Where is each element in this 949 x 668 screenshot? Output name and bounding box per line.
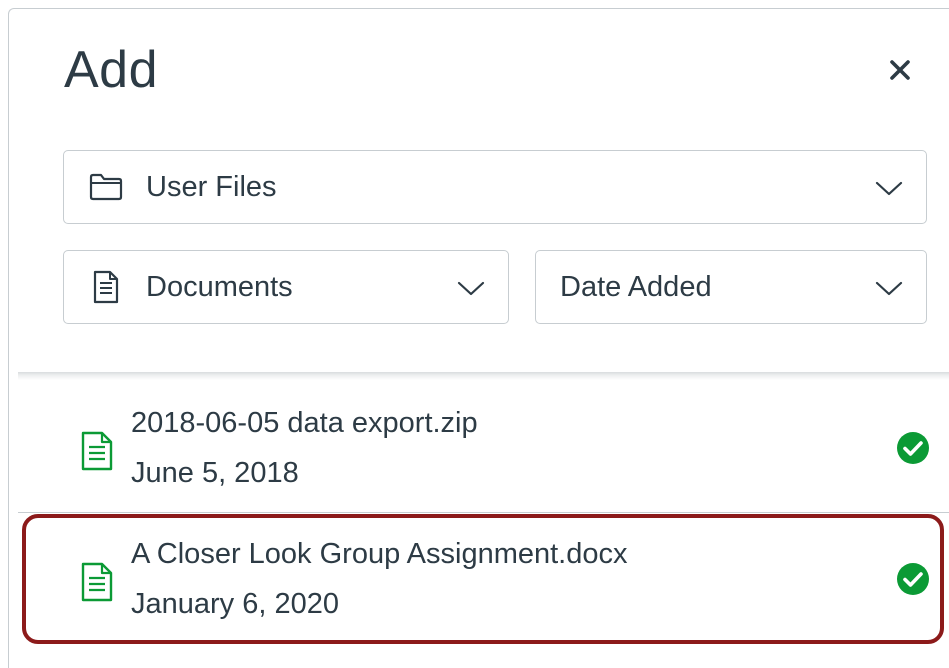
close-icon (890, 60, 910, 80)
source-select[interactable]: User Files (63, 150, 927, 224)
tray-title: Add (64, 41, 159, 99)
sort-select[interactable]: Date Added (535, 250, 927, 324)
close-button[interactable] (883, 53, 917, 87)
chevron-down-icon (875, 281, 903, 296)
folder-icon (88, 169, 124, 205)
source-select-label: User Files (146, 170, 277, 203)
file-name: A Closer Look Group Assignment.docx (131, 538, 628, 570)
document-icon (81, 431, 113, 471)
file-list-item[interactable]: 2018-06-05 data export.zip June 5, 2018 (18, 385, 949, 513)
content-type-label: Documents (146, 270, 293, 303)
document-icon (81, 562, 113, 602)
chevron-down-icon (875, 181, 903, 196)
check-icon (897, 563, 929, 595)
check-icon (897, 432, 929, 464)
document-icon (88, 269, 124, 305)
file-list-item[interactable]: A Closer Look Group Assignment.docx Janu… (18, 516, 949, 644)
chevron-down-icon (457, 281, 485, 296)
file-name: 2018-06-05 data export.zip (131, 407, 478, 439)
file-date: January 6, 2020 (131, 588, 339, 620)
file-date: June 5, 2018 (131, 457, 299, 489)
list-divider (18, 372, 949, 380)
content-type-select[interactable]: Documents (63, 250, 509, 324)
sort-select-label: Date Added (560, 270, 712, 303)
